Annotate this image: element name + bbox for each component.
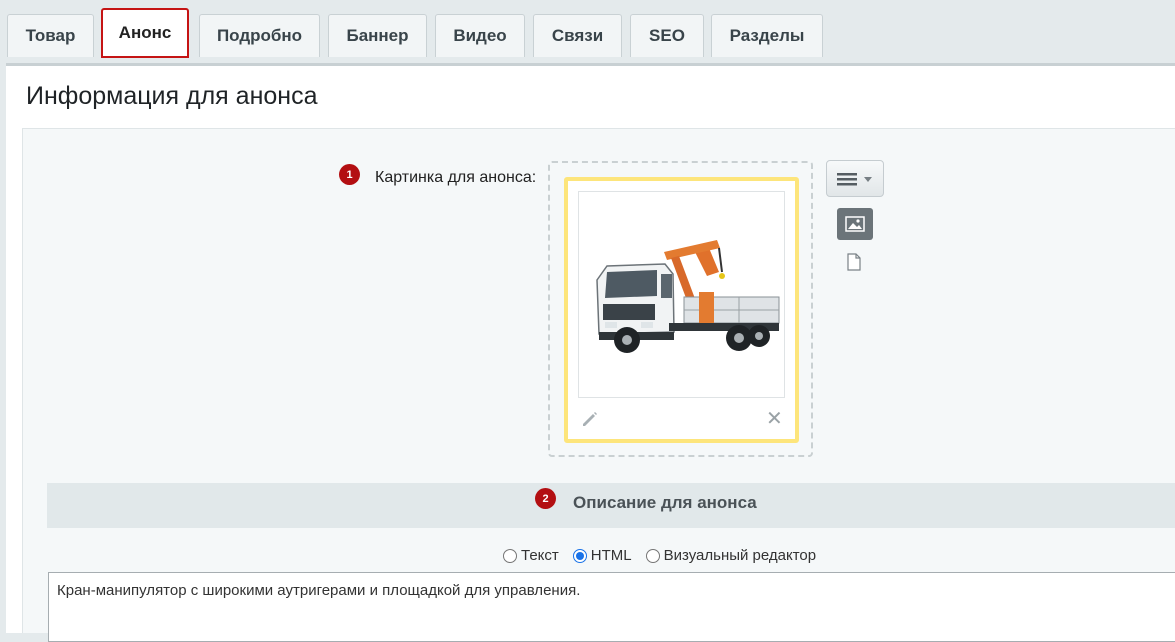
tab-seo[interactable]: SEO [630,14,704,57]
chevron-down-icon [864,176,872,182]
format-option-html[interactable]: HTML [572,547,632,564]
tab-label: Видео [453,26,507,45]
tab-announce[interactable]: Анонс [101,8,189,58]
tab-bar: Товар Анонс Подробно Баннер Видео Связи … [0,0,1175,66]
format-selector: Текст HTML Визуальный редактор [503,547,830,564]
radio-visual[interactable] [645,548,660,563]
format-option-visual[interactable]: Визуальный редактор [645,547,817,564]
step-badge-2: 2 [535,488,556,509]
radio-label: Текст [521,547,559,564]
edit-pencil-icon[interactable] [580,409,600,429]
tab-label: Подробно [216,26,303,45]
file-icon[interactable] [847,253,861,271]
radio-html[interactable] [572,548,587,563]
format-option-text[interactable]: Текст [503,547,559,564]
hamburger-icon [837,172,857,185]
radio-label: Визуальный редактор [663,547,817,564]
radio-label: HTML [590,547,632,564]
tab-banner[interactable]: Баннер [328,14,427,57]
tab-sections[interactable]: Разделы [711,14,823,57]
image-card: ✕ [564,177,799,443]
image-menu-button[interactable] [826,160,884,197]
image-mode-button[interactable] [837,208,873,240]
truck-image [596,240,780,353]
step-badge-1: 1 [339,164,360,185]
tab-label: Связи [551,26,604,45]
description-textarea[interactable]: Кран-манипулятор с широкими аутригерами … [48,572,1175,642]
image-dropzone[interactable]: ✕ [548,161,813,457]
picture-label: Картинка для анонса: [375,169,537,186]
panel-title: Информация для анонса [26,82,318,110]
form-content: 1 Картинка для анонса: ✕ 2 Описание для … [22,128,1175,642]
tab-label: SEO [649,26,685,45]
picture-icon [845,216,865,232]
tab-details[interactable]: Подробно [199,14,320,57]
tab-video[interactable]: Видео [435,14,525,57]
tab-label: Анонс [118,23,172,42]
tab-label: Баннер [346,26,409,45]
description-title: Описание для анонса [573,493,757,512]
tab-product[interactable]: Товар [7,14,94,57]
remove-image-icon[interactable]: ✕ [766,409,783,429]
radio-text[interactable] [503,548,517,563]
tab-label: Разделы [729,26,805,45]
description-header: 2 Описание для анонса [47,483,1175,528]
tab-links[interactable]: Связи [533,14,622,57]
tab-label: Товар [25,26,76,45]
tab-panel: Информация для анонса 1 Картинка для ано… [6,66,1175,642]
announce-image[interactable] [578,191,785,398]
